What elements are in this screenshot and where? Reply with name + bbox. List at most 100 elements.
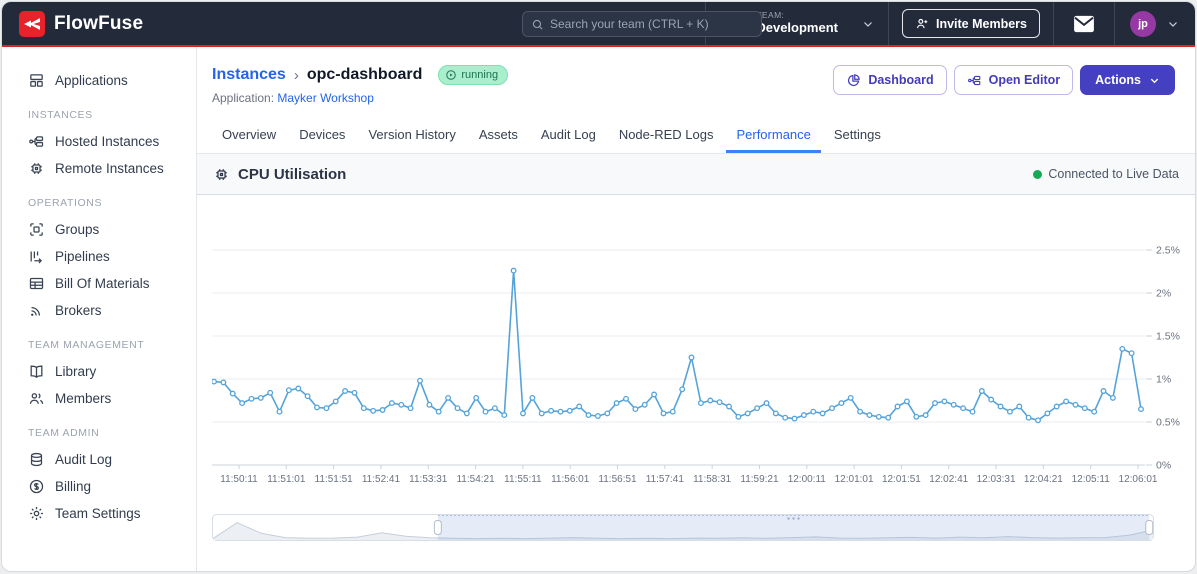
svg-text:12:02:41: 12:02:41 [929,474,968,485]
sidebar-item-remote-instances[interactable]: Remote Instances [28,155,188,182]
sidebar-item-audit-log[interactable]: Audit Log [28,446,188,473]
sidebar-item-label: Members [55,391,112,406]
chevron-down-icon[interactable] [862,18,874,30]
dashboard-button[interactable]: Dashboard [833,65,947,95]
sidebar-item-bill-of-materials[interactable]: Bill Of Materials [28,270,188,297]
svg-text:11:50:11: 11:50:11 [220,474,258,485]
dashboard-button-label: Dashboard [868,73,934,87]
svg-text:11:52:41: 11:52:41 [362,474,401,485]
header-actions: Dashboard Open Editor Actions [833,65,1175,95]
tab-node-red-logs[interactable]: Node-RED Logs [609,118,724,153]
cpu-chart-area: 0% 0.5% 1% 1.5% 2% 2.5% 11:50:11 11:51:01 11:51:… [197,195,1195,494]
breadcrumb: Instances › opc-dashboard running [212,65,509,85]
sidebar-item-label: Applications [55,73,128,88]
svg-text:12:03:31: 12:03:31 [977,474,1016,485]
tab-assets[interactable]: Assets [469,118,528,153]
cpu-chip-icon [216,168,227,180]
sidebar-item-groups[interactable]: Groups [28,216,188,243]
play-circle-icon [446,70,457,80]
tab-devices[interactable]: Devices [289,118,355,153]
sidebar-item-label: Hosted Instances [55,134,160,149]
notifications-button[interactable] [1054,2,1114,45]
svg-text:1.5%: 1.5% [1156,331,1180,343]
node-editor-icon [967,75,980,85]
search-input[interactable] [550,17,753,31]
sidebar-item-members[interactable]: Members [28,385,188,412]
live-status: Connected to Live Data [1033,167,1179,181]
billing-icon [29,479,44,494]
tab-version-history[interactable]: Version History [358,118,465,153]
svg-text:11:51:51: 11:51:51 [315,474,354,485]
sidebar-item-hosted-instances[interactable]: Hosted Instances [28,128,188,155]
svg-text:11:54:21: 11:54:21 [456,474,495,485]
tab-settings[interactable]: Settings [824,118,891,153]
user-avatar[interactable]: jp [1130,10,1156,37]
live-status-label: Connected to Live Data [1048,167,1179,181]
tab-audit-log[interactable]: Audit Log [531,118,606,153]
svg-text:11:56:51: 11:56:51 [598,474,637,485]
svg-text:11:57:41: 11:57:41 [646,474,685,485]
breadcrumb-separator: › [293,66,299,84]
sidebar-item-library[interactable]: Library [28,358,188,385]
invite-members-button[interactable]: Invite Members [901,9,1040,38]
main-content: Instances › opc-dashboard running Applic… [197,47,1195,571]
sidebar-item-label: Bill Of Materials [55,276,150,291]
sidebar-item-label: Audit Log [55,452,113,467]
sidebar-item-pipelines[interactable]: Pipelines [28,243,188,270]
svg-text:11:53:31: 11:53:31 [409,474,448,485]
sidebar-section-label: TEAM ADMIN [28,427,100,439]
app-window: FlowFuse TEAM: [1,1,1196,572]
svg-text:12:04:21: 12:04:21 [1024,474,1063,485]
application-label: Application: [212,91,275,105]
open-editor-button[interactable]: Open Editor [953,65,1074,95]
instance-tabs: Overview Devices Version History Assets Audi… [197,118,1195,154]
navigator-left-handle[interactable] [433,520,442,535]
svg-text:11:51:01: 11:51:01 [267,474,306,485]
sidebar-item-applications[interactable]: Applications [28,67,188,94]
search-icon [532,19,543,29]
team-texts: TEAM: Development [756,10,838,36]
applications-icon [30,74,43,87]
sidebar: Applications INSTANCES Hosted Instances Rem… [2,47,197,571]
application-line: Application: Mayker Workshop [212,91,508,105]
chart-range-navigator[interactable] [212,514,1154,542]
user-menu[interactable]: jp [1115,2,1195,45]
svg-text:1%: 1% [1156,374,1171,386]
sidebar-item-team-settings[interactable]: Team Settings [28,500,188,527]
sidebar-item-billing[interactable]: Billing [28,473,188,500]
top-navbar: FlowFuse TEAM: [2,2,1195,47]
actions-button-label: Actions [1095,73,1141,87]
sidebar-item-label: Remote Instances [55,161,164,176]
pie-chart-icon [848,73,861,86]
svg-text:11:56:01: 11:56:01 [551,474,590,485]
navbar-right: TEAM: Development Invite Members jp [705,2,1195,45]
chart-navigator-area [197,494,1195,547]
sidebar-item-label: Team Settings [55,506,141,521]
mail-icon [1074,15,1094,32]
chevron-down-icon [1150,78,1159,83]
audit-log-icon [30,452,43,467]
tab-performance[interactable]: Performance [726,118,821,153]
groups-icon [30,223,43,236]
sidebar-item-label: Pipelines [55,249,110,264]
team-search[interactable] [522,11,762,37]
flowfuse-logo-icon [19,10,45,37]
sidebar-section-label: TEAM MANAGEMENT [28,339,145,351]
status-badge-label: running [461,69,499,81]
status-badge: running [438,65,509,85]
library-icon [30,365,43,379]
chevron-down-icon[interactable] [1167,18,1179,30]
svg-text:11:58:31: 11:58:31 [693,474,732,485]
tab-overview[interactable]: Overview [212,118,286,153]
actions-button[interactable]: Actions [1080,65,1175,95]
bill-of-materials-icon [29,277,44,290]
open-editor-button-label: Open Editor [988,73,1061,87]
navigator-right-handle[interactable] [1145,520,1154,535]
chart-title: CPU Utilisation [213,166,346,183]
breadcrumb-instances-link[interactable]: Instances [212,66,286,84]
remote-instances-icon [31,163,42,174]
sidebar-item-brokers[interactable]: Brokers [28,297,188,324]
application-link[interactable]: Mayker Workshop [277,91,373,105]
brokers-icon [31,307,40,316]
brand[interactable]: FlowFuse [2,2,143,45]
